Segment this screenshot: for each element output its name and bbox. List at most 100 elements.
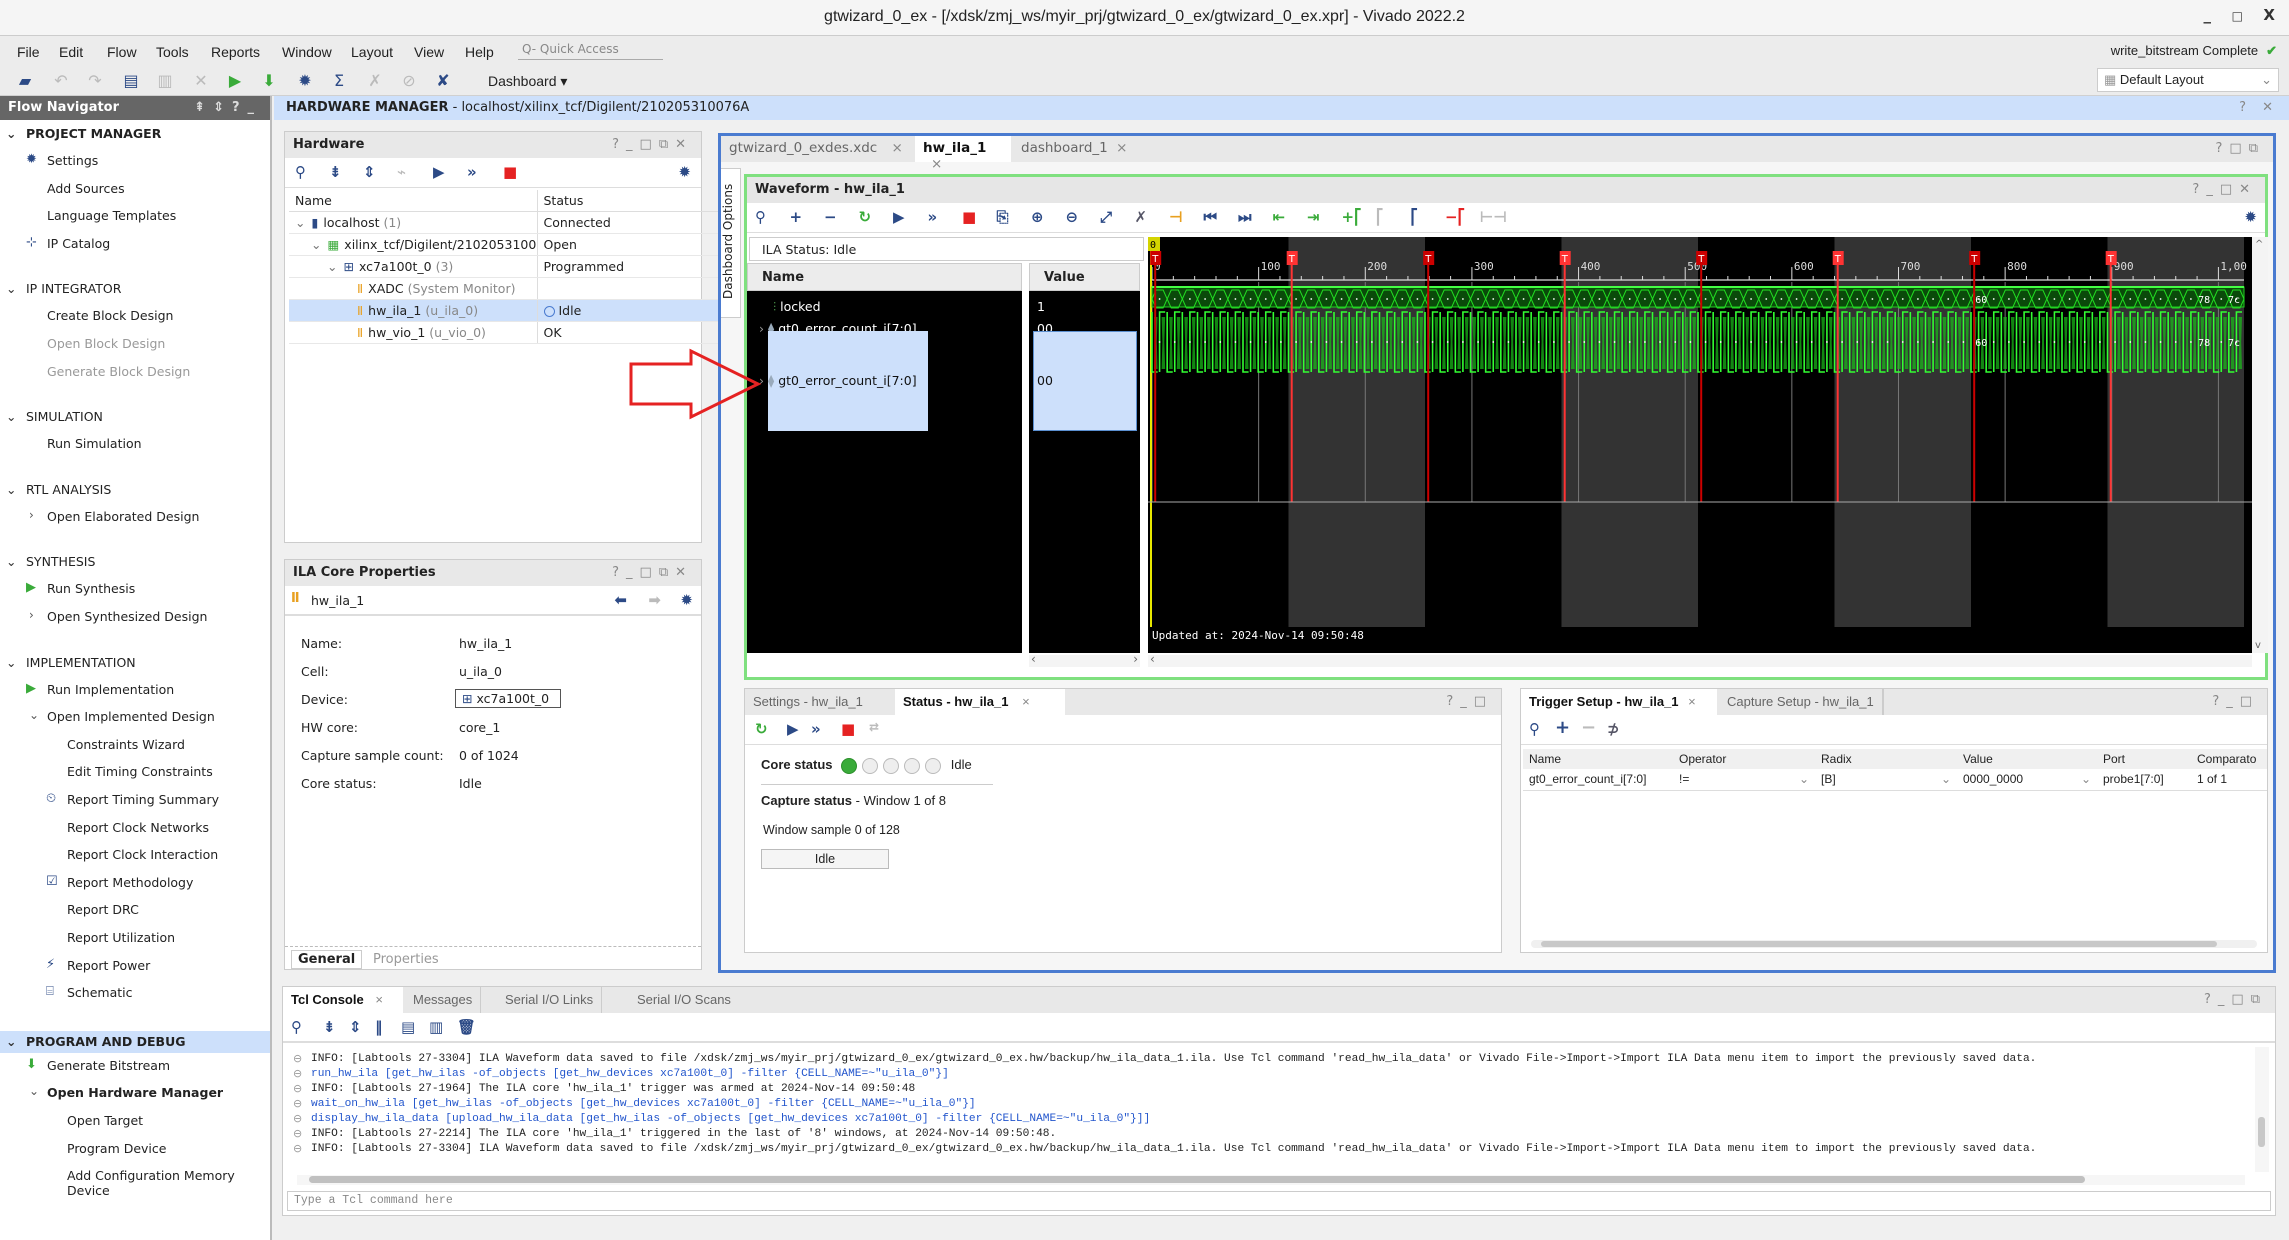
trigger-horizontal-scrollbar[interactable] <box>1531 940 2257 948</box>
pause-icon[interactable]: ‖ <box>375 1018 383 1036</box>
trigger-column-header[interactable]: Comparato <box>2191 749 2267 769</box>
copy-icon[interactable]: ▤ <box>120 70 142 92</box>
go-end-icon[interactable]: ⏭ <box>1238 208 1252 226</box>
flow-section-simulation[interactable]: ⌄ SIMULATION <box>6 409 103 424</box>
tab-settings[interactable]: Settings - hw_ila_1 <box>745 689 871 715</box>
next-transition-icon[interactable]: ⇥ <box>1307 208 1320 226</box>
flow-item-open-block-design[interactable]: Open Block Design <box>47 336 165 351</box>
flow-item-report-power[interactable]: Report Power <box>67 958 150 973</box>
flow-item-language-templates[interactable]: Language Templates <box>47 208 176 223</box>
disabled-icon-2[interactable]: ⊘ <box>398 70 420 92</box>
flow-section-synthesis[interactable]: ⌄ SYNTHESIS <box>6 554 95 569</box>
menu-view[interactable]: View <box>414 44 444 60</box>
maximize-button[interactable]: □ <box>2232 9 2243 23</box>
chevron-down-icon[interactable]: ⌄ <box>327 259 337 274</box>
flow-item-run-simulation[interactable]: Run Simulation <box>47 436 142 451</box>
stop-trigger-icon[interactable]: ■ <box>503 163 517 181</box>
zoom-in-icon[interactable]: ⊕ <box>1031 208 1044 226</box>
panel-controls[interactable]: ?_□ <box>1446 694 1493 709</box>
flow-item-add-configuration-memory-device[interactable]: Add Configuration Memory Device <box>67 1168 270 1198</box>
redo-icon[interactable]: ↷ <box>84 70 106 92</box>
flow-navigator-controls[interactable]: ⇞⇕?_ <box>194 100 262 115</box>
close-tab-icon[interactable]: × <box>931 156 942 172</box>
trigger-column-header[interactable]: Radix <box>1815 749 1957 769</box>
chevron-down-icon[interactable]: ⌄ <box>295 215 305 230</box>
chevron-down-icon[interactable]: ⌄ <box>6 482 26 497</box>
chevron-down-icon[interactable]: ⌄ <box>311 237 321 252</box>
console-horizontal-scrollbar[interactable] <box>297 1175 2245 1185</box>
trigger-column-header[interactable]: Name <box>1523 749 1673 769</box>
auto-connect-icon[interactable]: ⌁ <box>397 163 406 181</box>
open-project-icon[interactable]: ▰ <box>14 70 36 92</box>
fold-icon[interactable]: ⊖ <box>293 1067 302 1080</box>
trigger-operator-select[interactable]: != ⌄ <box>1673 769 1815 791</box>
go-start-icon[interactable]: ⏮ <box>1204 208 1218 226</box>
delete-icon[interactable]: ✕ <box>190 70 212 92</box>
columns-icon[interactable]: ▥ <box>429 1018 443 1036</box>
chevron-down-icon[interactable]: ⌄ <box>6 126 26 141</box>
flow-item-add-sources[interactable]: Add Sources <box>47 181 125 196</box>
trigger-row[interactable]: gt0_error_count_i[7:0] != ⌄ [B] ⌄ 0000_0000 ⌄ p… <box>1523 769 2267 791</box>
chevron-down-icon[interactable]: ⌄ <box>6 554 26 569</box>
panel-controls[interactable]: ?_□⧉ <box>2204 992 2267 1007</box>
flow-item-report-utilization[interactable]: Report Utilization <box>67 930 175 945</box>
swap-marker-icon[interactable]: ⊢⊣ <box>1480 208 1507 226</box>
value-column-header[interactable]: Value <box>1029 263 1140 291</box>
expand-all-icon[interactable]: ⇕ <box>349 1018 362 1036</box>
signal-row[interactable]: › ⧫ gt0_error_count_i[7:0] <box>759 373 917 388</box>
panel-controls[interactable]: ?_□⧉✕ <box>612 137 693 152</box>
column-header-name[interactable]: Name <box>289 190 538 212</box>
flow-item-edit-timing-constraints[interactable]: Edit Timing Constraints <box>67 764 213 779</box>
stop-icon[interactable]: ■ <box>962 208 976 226</box>
prev-marker-icon[interactable]: ⎡ <box>1376 208 1384 226</box>
add-probe-icon[interactable]: + <box>1555 717 1570 738</box>
device-link[interactable]: ⊞ xc7a100t_0 <box>455 689 561 708</box>
chevron-right-icon[interactable]: › <box>759 321 764 336</box>
close-tab-icon[interactable]: × <box>1022 694 1030 709</box>
flow-section-implementation[interactable]: ⌄ IMPLEMENTATION <box>6 655 136 670</box>
tab-xdc[interactable]: gtwizard_0_exdes.xdc × <box>721 136 913 162</box>
flow-item-settings[interactable]: Settings <box>47 153 98 168</box>
tab-capture-setup[interactable]: Capture Setup - hw_ila_1 <box>1719 689 1884 715</box>
console-vertical-scrollbar[interactable] <box>2255 1047 2269 1172</box>
tab-messages[interactable]: Messages <box>405 987 482 1013</box>
dashboard-dropdown[interactable]: Dashboard ▾ <box>488 73 567 90</box>
generate-bitstream-icon[interactable]: ⬇ <box>258 70 280 92</box>
menu-window[interactable]: Window <box>282 44 332 60</box>
panel-controls[interactable]: ?_□ <box>2212 694 2259 709</box>
run-icon[interactable]: ▶ <box>224 70 246 92</box>
gear-icon[interactable]: ✹ <box>680 591 693 609</box>
chevron-right-icon[interactable]: › <box>29 608 34 622</box>
fold-icon[interactable]: ⊖ <box>293 1052 302 1065</box>
flow-item-report-timing-summary[interactable]: Report Timing Summary <box>67 792 219 807</box>
tab-properties[interactable]: Properties <box>373 952 439 967</box>
run-immediate-icon[interactable]: » <box>811 720 821 738</box>
zoom-out-icon[interactable]: ⊖ <box>1066 208 1079 226</box>
flow-item-program-device[interactable]: Program Device <box>67 1141 166 1156</box>
settings-icon[interactable]: ✹ <box>294 70 316 92</box>
gear-icon[interactable]: ✹ <box>2244 208 2257 226</box>
chevron-down-icon[interactable]: ⌄ <box>29 708 39 722</box>
flow-item-constraints-wizard[interactable]: Constraints Wizard <box>67 737 185 752</box>
menu-layout[interactable]: Layout <box>351 44 393 60</box>
panel-controls[interactable]: ?_□✕ <box>2192 182 2257 197</box>
marker-icon[interactable]: ⊣ <box>1169 208 1183 226</box>
remove-icon[interactable]: − <box>824 208 837 226</box>
menu-flow[interactable]: Flow <box>107 44 137 60</box>
debug-icon[interactable]: ✘ <box>432 70 454 92</box>
trigger-column-header[interactable]: Operator <box>1673 749 1815 769</box>
paste-icon[interactable]: ▥ <box>154 70 176 92</box>
close-button[interactable]: X <box>2263 6 2275 24</box>
gate-icon[interactable]: ⊅ <box>1607 720 1620 738</box>
sigma-icon[interactable]: Σ <box>328 70 350 92</box>
flow-item-open-synthesized-design[interactable]: Open Synthesized Design <box>47 609 207 624</box>
menu-tools[interactable]: Tools <box>156 44 189 60</box>
flow-section-ip-integrator[interactable]: ⌄ IP INTEGRATOR <box>6 281 121 296</box>
flow-item-ip-catalog[interactable]: IP Catalog <box>47 236 110 251</box>
refresh-icon[interactable]: ↻ <box>859 208 872 226</box>
flow-item-open-hardware-manager[interactable]: Open Hardware Manager <box>47 1085 223 1100</box>
waveform-horizontal-scrollbar[interactable]: ‹ <box>1148 652 2252 667</box>
fold-icon[interactable]: ⊖ <box>293 1112 302 1125</box>
flow-item-run-implementation[interactable]: Run Implementation <box>47 682 174 697</box>
layout-select[interactable]: ▦ Default Layout ⌄ <box>2097 68 2279 92</box>
